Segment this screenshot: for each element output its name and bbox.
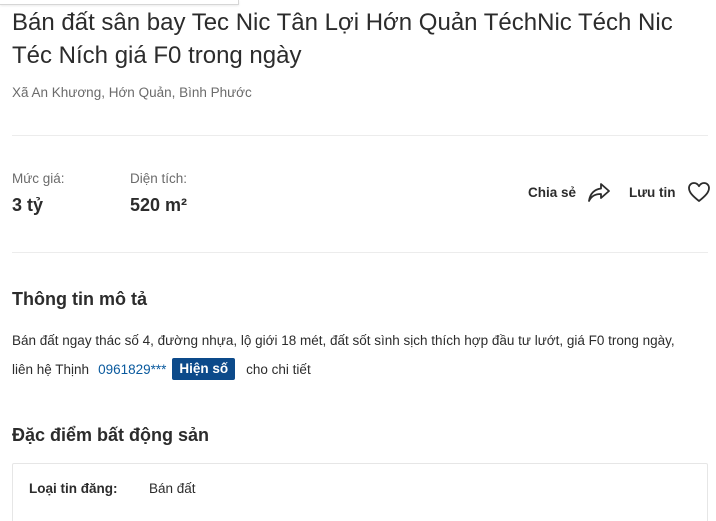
price-value: 3 tỷ [12,195,44,215]
reveal-phone-button[interactable]: Hiện số [172,358,236,380]
features-table: Loại tin đăng: Bán đất [12,463,708,521]
listing-address: Xã An Khương, Hớn Quản, Bình Phước [12,85,252,100]
share-arrow-icon [587,181,611,203]
divider [12,252,708,253]
share-button[interactable]: Chia sẻ [528,179,611,205]
contact-suffix: cho chi tiết [246,361,311,377]
share-label: Chia sẻ [528,184,577,200]
listing-title: Bán đất sân bay Tec Nic Tân Lợi Hớn Quản… [12,9,673,69]
save-button[interactable]: Lưu tin [629,179,711,205]
divider [12,135,708,136]
phone-number[interactable]: 0961829*** [98,362,166,377]
heart-icon [687,181,711,203]
price-label: Mức giá: [12,171,65,186]
description-heading: Thông tin mô tả [12,289,147,309]
features-heading: Đặc điểm bất động sản [12,425,210,445]
listing-page: Bán đất sân bay Tec Nic Tân Lợi Hớn Quản… [0,0,716,521]
description-text: Bán đất ngay thác số 4, đường nhựa, lộ g… [12,333,675,348]
contact-prefix: liên hệ Thịnh [12,361,90,377]
area-label: Diện tích: [130,171,188,186]
spec-label: Loại tin đăng: [29,481,118,496]
area-value: 520 m² [130,195,188,215]
save-label: Lưu tin [629,184,676,200]
contact-line: liên hệ Thịnh 0961829*** Hiện số cho chi… [12,358,311,380]
spec-value: Bán đất [149,481,196,496]
dropdown-overlay-edge [0,0,239,5]
